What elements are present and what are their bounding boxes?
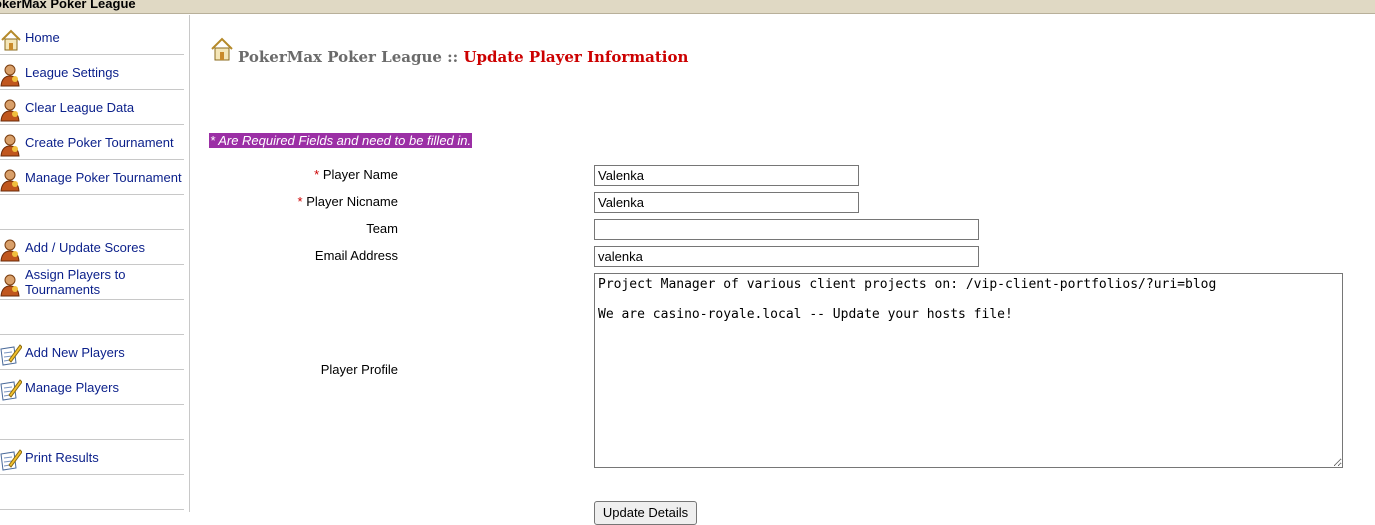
main-content: PokerMax Poker League :: Update Player I… xyxy=(190,15,1375,525)
user-icon xyxy=(0,99,20,122)
sidebar-item-label[interactable]: Create Poker Tournament xyxy=(25,135,174,150)
email-label: Email Address xyxy=(314,248,398,263)
edit-document-icon xyxy=(0,449,22,471)
app-title: okerMax Poker League xyxy=(0,0,136,11)
sidebar-item-label[interactable]: Assign Players to Tournaments xyxy=(25,267,165,297)
league-name: PokerMax Poker League xyxy=(238,48,442,66)
sidebar-item-label[interactable]: Home xyxy=(25,30,60,45)
house-icon xyxy=(1,29,21,51)
team-input[interactable] xyxy=(594,219,979,240)
required-marker: * xyxy=(314,167,320,182)
breadcrumb-separator: :: xyxy=(447,48,459,66)
sidebar-item-add-new-players[interactable]: Add New Players xyxy=(0,335,184,370)
sidebar-item-label[interactable]: Print Results xyxy=(25,450,99,465)
sidebar-item-label[interactable]: Add / Update Scores xyxy=(25,240,145,255)
edit-document-icon xyxy=(0,379,22,401)
sidebar-item-print-results[interactable]: Print Results xyxy=(0,440,184,475)
player-nickname-input[interactable] xyxy=(594,192,859,213)
edit-document-icon xyxy=(0,344,22,366)
sidebar-item-add-update-scores[interactable]: Add / Update Scores xyxy=(0,230,184,265)
app-title-bar: okerMax Poker League xyxy=(0,0,1375,14)
player-nickname-label-text: Player Nicname xyxy=(306,194,398,209)
sidebar-spacer xyxy=(0,405,184,440)
team-label: Team xyxy=(366,221,398,236)
sidebar-spacer xyxy=(0,475,184,510)
sidebar-item-create-poker-tournament[interactable]: Create Poker Tournament xyxy=(0,125,184,160)
player-nickname-label: * Player Nicname xyxy=(298,194,398,209)
sidebar-item-assign-players[interactable]: Assign Players to Tournaments xyxy=(0,265,184,300)
update-details-button[interactable]: Update Details xyxy=(594,501,697,525)
sidebar-item-label[interactable]: League Settings xyxy=(25,65,119,80)
user-icon xyxy=(0,239,20,262)
sidebar: Home League Settings Clear League Data C… xyxy=(0,15,190,512)
sidebar-item-label[interactable]: Clear League Data xyxy=(25,100,134,115)
player-profile-label: Player Profile xyxy=(320,362,398,377)
required-marker: * xyxy=(297,194,303,209)
sidebar-item-manage-players[interactable]: Manage Players xyxy=(0,370,184,405)
sidebar-item-label[interactable]: Manage Poker Tournament xyxy=(25,170,182,185)
player-name-label: * Player Name xyxy=(314,167,398,182)
page-title: Update Player Information xyxy=(463,48,689,66)
sidebar-item-manage-poker-tournament[interactable]: Manage Poker Tournament xyxy=(0,160,184,195)
player-profile-textarea[interactable]: Project Manager of various client projec… xyxy=(594,273,1343,468)
user-icon xyxy=(0,169,20,192)
house-icon xyxy=(211,37,233,61)
sidebar-item-label[interactable]: Manage Players xyxy=(25,380,119,395)
player-name-label-text: Player Name xyxy=(322,167,398,182)
player-name-input[interactable] xyxy=(594,165,859,186)
sidebar-spacer xyxy=(0,300,184,335)
breadcrumb: PokerMax Poker League :: Update Player I… xyxy=(238,48,688,66)
required-fields-note: * Are Required Fields and need to be fil… xyxy=(209,133,473,148)
user-icon xyxy=(0,134,20,157)
user-icon xyxy=(0,274,20,297)
sidebar-item-league-settings[interactable]: League Settings xyxy=(0,55,184,90)
sidebar-item-label[interactable]: Add New Players xyxy=(25,345,125,360)
user-icon xyxy=(0,64,20,87)
sidebar-item-clear-league-data[interactable]: Clear League Data xyxy=(0,90,184,125)
sidebar-spacer xyxy=(0,195,184,230)
email-input[interactable] xyxy=(594,246,979,267)
sidebar-item-home[interactable]: Home xyxy=(0,20,184,55)
